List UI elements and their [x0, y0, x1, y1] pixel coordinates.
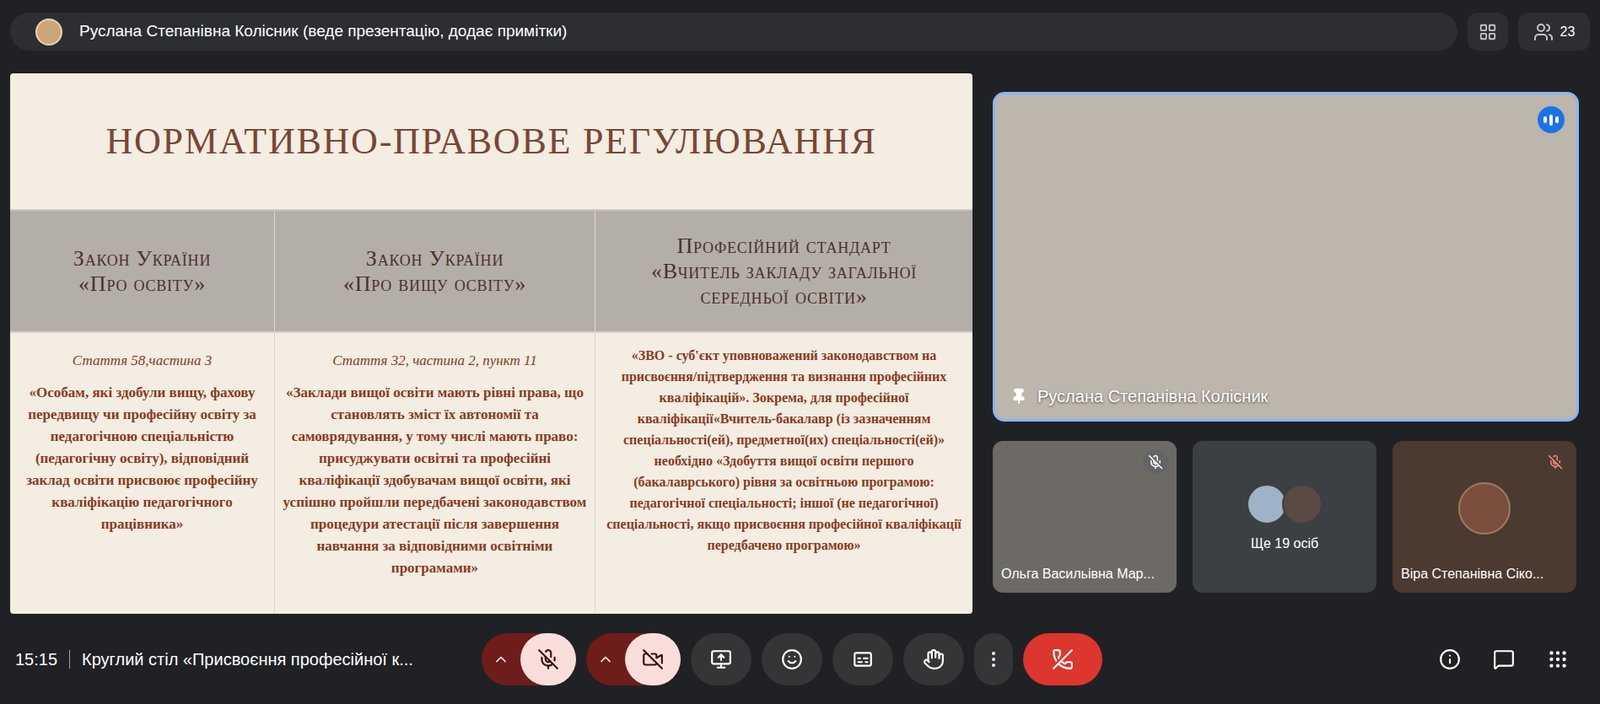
bottom-bar: 15:15 Круглий стіл «Присвоєння професійно…	[0, 614, 1600, 704]
column-body: Стаття 32, частина 2, пункт 11 «Заклади в…	[274, 333, 595, 615]
phone-hangup-icon	[1051, 648, 1074, 671]
participants-icon	[1533, 21, 1554, 43]
column-heading: Професійний стандарт«Вчитель закладу заг…	[594, 210, 973, 334]
side-controls	[1102, 641, 1600, 679]
captions-button[interactable]	[832, 633, 894, 686]
participant-tile[interactable]: Ольга Васильівна Мар...	[992, 441, 1177, 593]
column-heading: Закон України«Про освіту»	[10, 210, 275, 334]
present-icon	[710, 648, 733, 671]
chat-button[interactable]	[1485, 641, 1523, 679]
slide-title: НОРМАТИВНО-ПРАВОВЕ РЕГУЛЮВАННЯ	[10, 73, 973, 211]
activities-button[interactable]	[1539, 641, 1577, 679]
slide: НОРМАТИВНО-ПРАВОВЕ РЕГУЛЮВАННЯЗакон Укра…	[10, 73, 973, 615]
presenter-avatar	[35, 18, 63, 46]
participant-tile[interactable]: Віра Степанівна Сіко...	[1392, 441, 1577, 593]
tile-name: Віра Степанівна Сіко...	[1400, 564, 1544, 585]
participants-button[interactable]: 23	[1518, 12, 1590, 51]
mic-group	[481, 633, 577, 686]
column-body: Стаття 58,частина 3 «Особам, які здобули …	[10, 333, 275, 615]
small-tiles: Ольга Васильівна Мар... Ще 19 осіб Віра Ст…	[992, 441, 1579, 593]
article-label: Стаття 58,частина 3	[72, 350, 212, 372]
column-heading: Закон України«Про вищу освіту»	[274, 210, 595, 334]
mic-off-icon	[1147, 454, 1164, 470]
info-icon	[1438, 648, 1461, 671]
clock: 15:15	[15, 646, 58, 673]
muted-indicator	[1142, 449, 1169, 475]
presenter-bar: Руслана Степанівна Колісник (веде презен…	[10, 12, 1458, 51]
controls	[481, 633, 1103, 686]
raise-hand-button[interactable]	[903, 633, 965, 686]
tile-name: Руслана Степанівна Колісник	[1010, 383, 1268, 410]
meeting-title: Круглий стіл «Присвоєння професійної к..…	[81, 646, 414, 673]
tile-name: Ольга Васильівна Мар...	[1001, 564, 1155, 585]
mic-off-icon	[1547, 454, 1563, 470]
tile-name: Ще 19 осіб	[1192, 533, 1377, 555]
chat-icon	[1492, 648, 1515, 671]
layout-icon	[1478, 22, 1498, 42]
camera-options-button[interactable]	[586, 633, 625, 686]
participant-avatar	[1458, 482, 1511, 535]
apps-grid-icon	[1546, 648, 1569, 671]
captions-icon	[851, 648, 874, 671]
speaking-indicator	[1537, 106, 1565, 134]
top-bar: Руслана Степанівна Колісник (веде презен…	[0, 0, 1600, 51]
mic-options-button[interactable]	[481, 633, 521, 686]
leave-call-button[interactable]	[1023, 633, 1103, 686]
meeting-info: 15:15 Круглий стіл «Присвоєння професійно…	[0, 646, 482, 673]
group-avatars	[1246, 484, 1323, 525]
meet-window: Руслана Степанівна Колісник (веде презен…	[0, 0, 1600, 704]
camera-group	[586, 633, 681, 686]
article-text: «Заклади вищої освіти мають рівні права,…	[281, 382, 588, 580]
info-button[interactable]	[1431, 641, 1469, 679]
emoji-icon	[781, 648, 803, 671]
camera-button[interactable]	[624, 633, 681, 686]
column-body: «ЗВО - суб'єкт уповноважений законодавст…	[594, 333, 973, 615]
layout-button[interactable]	[1467, 12, 1509, 51]
separator	[69, 650, 71, 669]
camera-off-icon	[641, 648, 664, 671]
chevron-up-icon	[492, 651, 510, 669]
presenter-label: Руслана Степанівна Колісник (веде презен…	[79, 19, 567, 44]
more-icon	[983, 649, 1004, 670]
hand-icon	[922, 648, 945, 671]
mic-button[interactable]	[520, 633, 577, 686]
participants-count: 23	[1560, 21, 1576, 43]
present-button[interactable]	[690, 633, 752, 686]
pin-icon	[1010, 387, 1028, 405]
article-label: Стаття 32, частина 2, пункт 11	[332, 350, 538, 372]
muted-indicator	[1542, 449, 1568, 475]
slide-table: Закон України«Про освіту»Закон України«П…	[10, 210, 973, 615]
main-area: НОРМАТИВНО-ПРАВОВЕ РЕГУЛЮВАННЯЗакон Укра…	[0, 73, 1600, 615]
reactions-button[interactable]	[761, 633, 823, 686]
chevron-up-icon	[597, 651, 615, 669]
main-tile[interactable]: Руслана Степанівна Колісник	[992, 91, 1579, 422]
participant-tile[interactable]: Ще 19 осіб	[1192, 441, 1377, 593]
more-button[interactable]	[974, 633, 1013, 686]
article-text: «Особам, які здобули вищу, фахову передв…	[16, 382, 268, 536]
mic-off-icon	[537, 648, 560, 671]
article-text: «ЗВО - суб'єкт уповноважений законодавст…	[605, 344, 963, 556]
tiles-column: Руслана Степанівна Колісник Ольга Васильі…	[992, 73, 1579, 615]
